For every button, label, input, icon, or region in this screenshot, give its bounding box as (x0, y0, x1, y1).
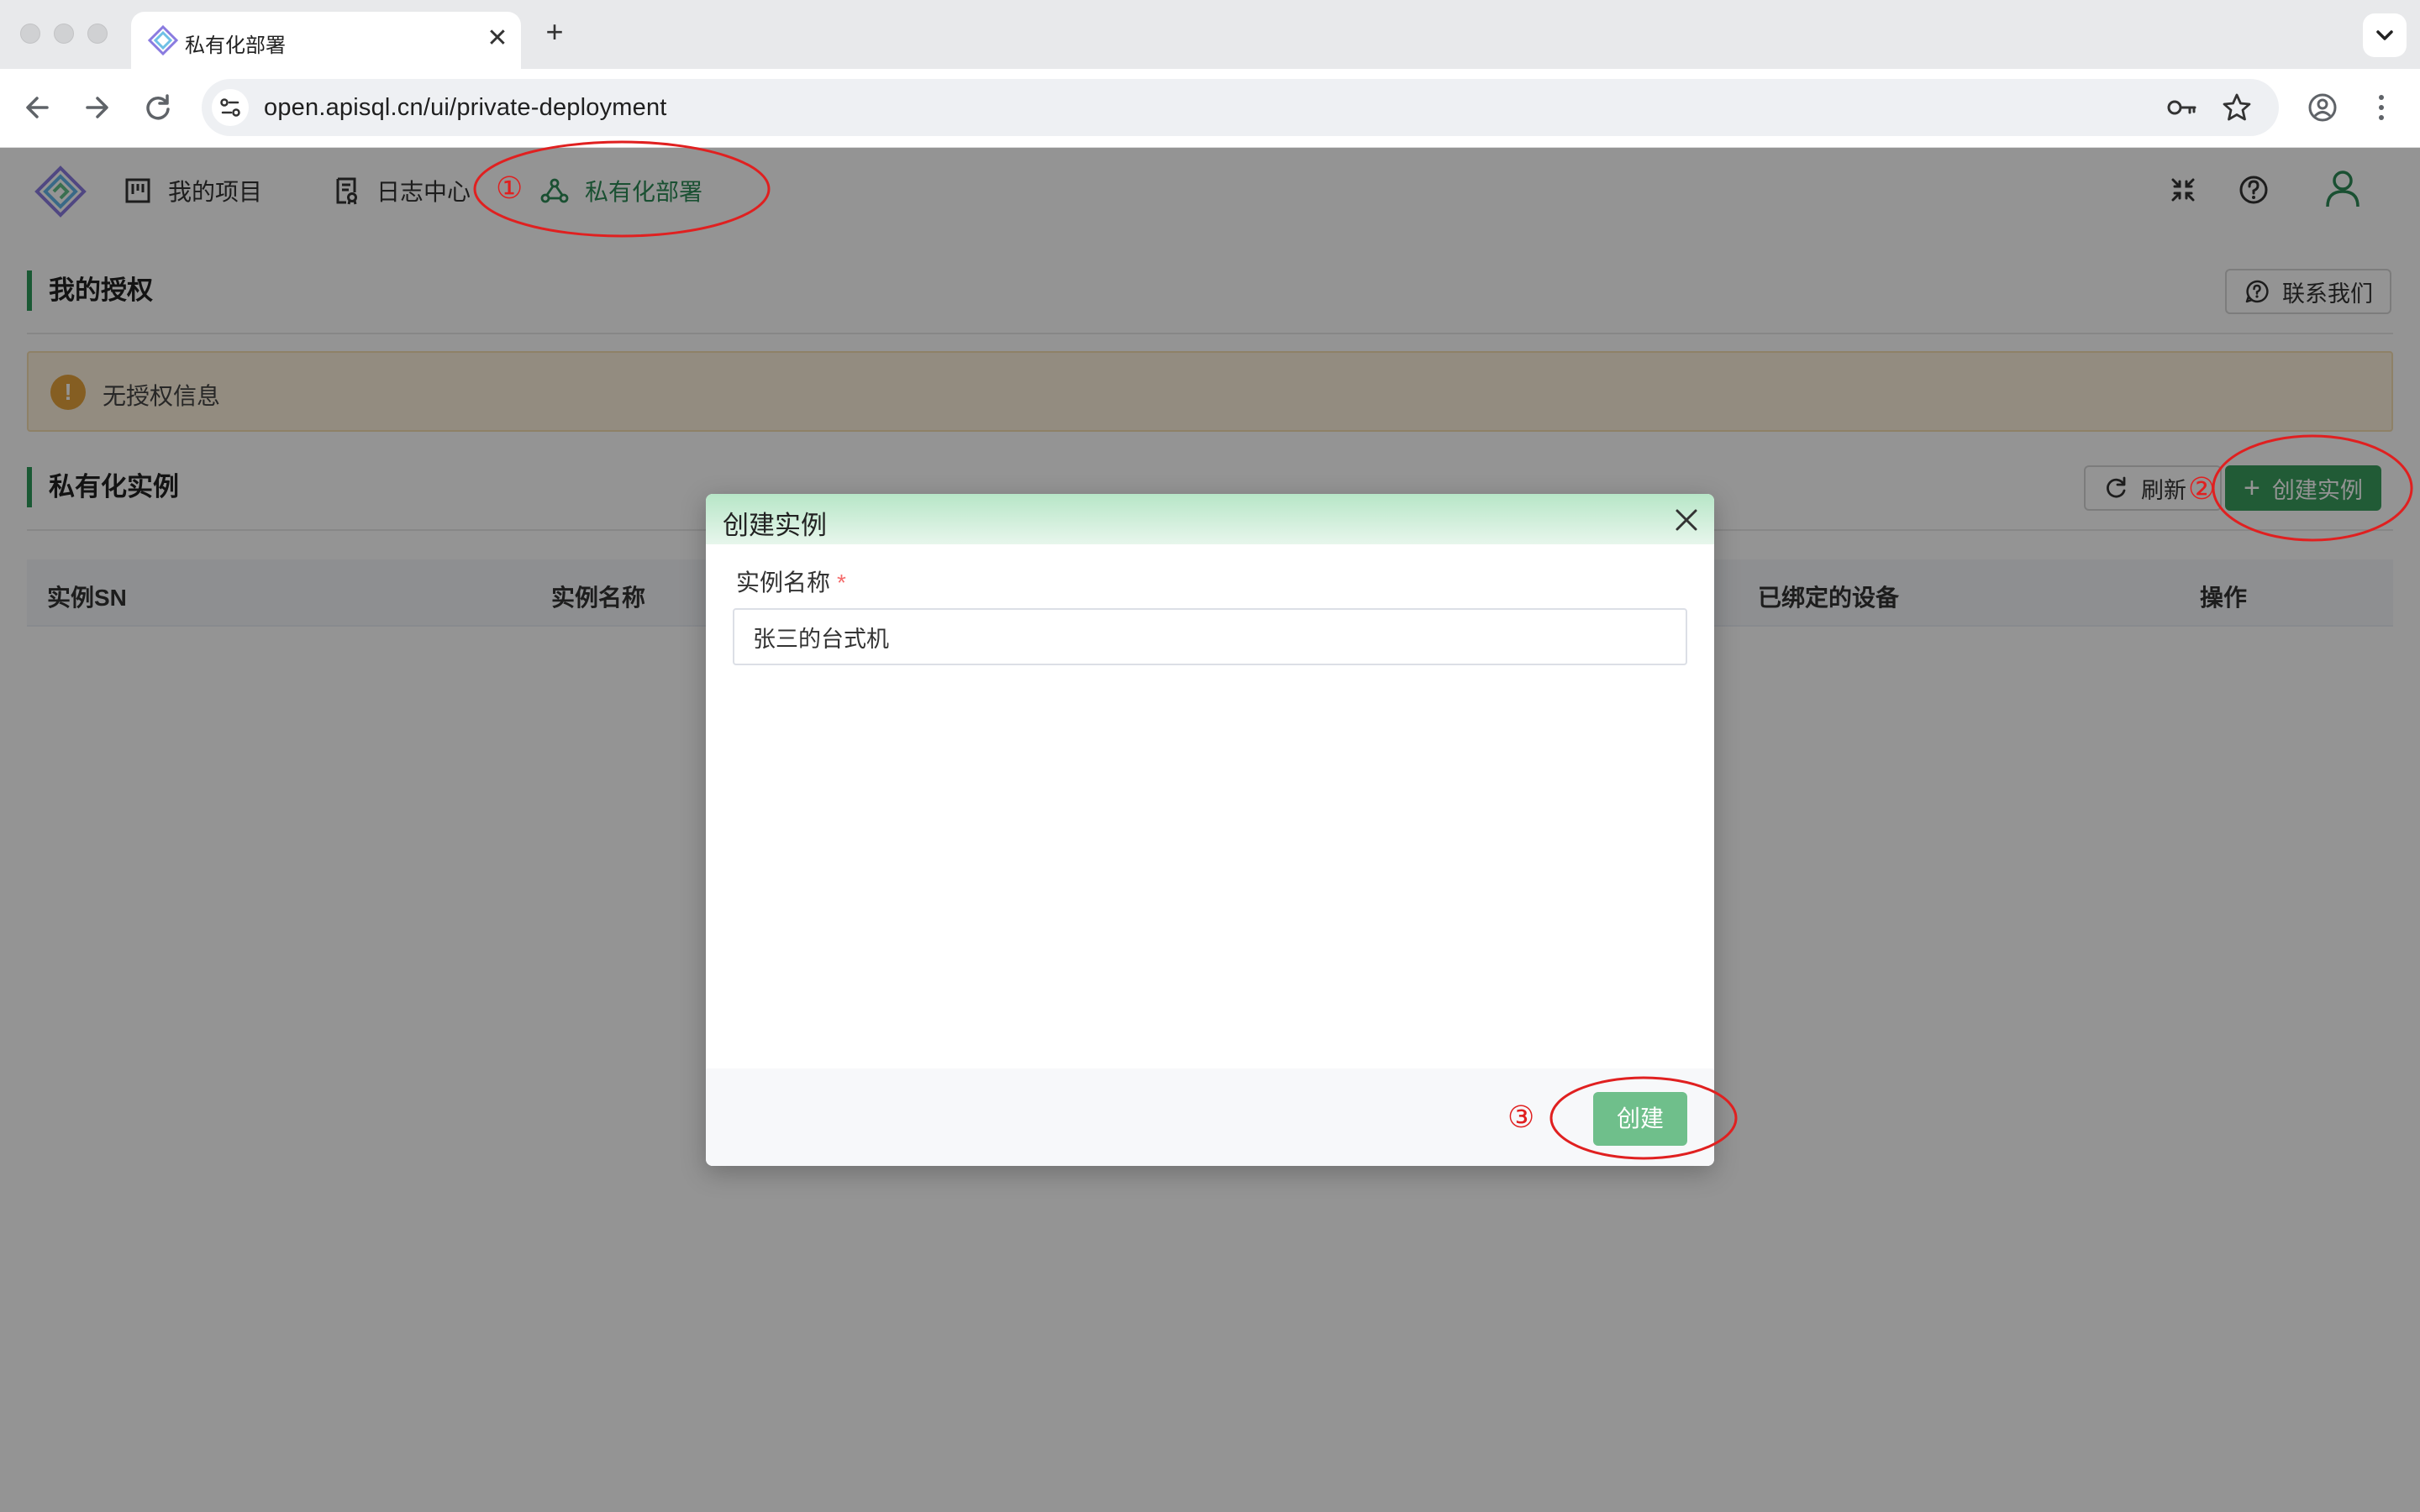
window-close-dot[interactable] (20, 24, 40, 44)
close-icon[interactable] (1672, 506, 1701, 534)
browser-tab[interactable]: 私有化部署 ✕ (131, 12, 521, 69)
tab-search-button[interactable] (2363, 13, 2407, 57)
dialog-header: 创建实例 (706, 494, 1714, 544)
key-icon[interactable] (2165, 91, 2198, 124)
dialog-title: 创建实例 (723, 511, 827, 540)
create-instance-dialog: 创建实例 实例名称* 创建 (706, 494, 1714, 1166)
instance-name-label-text: 实例名称 (736, 570, 831, 596)
more-vert-icon[interactable] (2361, 87, 2402, 128)
annotation-step-2: ② (2188, 472, 2216, 507)
window-zoom-dot[interactable] (87, 24, 108, 44)
bookmark-star-icon[interactable] (2220, 91, 2254, 124)
reload-icon[interactable] (138, 87, 178, 128)
url-text[interactable]: open.apisql.cn/ui/private-deployment (264, 94, 667, 122)
forward-arrow-icon[interactable] (77, 87, 118, 128)
required-mark: * (837, 570, 846, 596)
dialog-footer (706, 1068, 1714, 1166)
instance-name-input[interactable] (733, 608, 1687, 665)
browser-toolbar: open.apisql.cn/ui/private-deployment (0, 69, 2420, 148)
chevron-down-icon (2376, 30, 2393, 40)
window-minimize-dot[interactable] (54, 24, 74, 44)
tune-icon (220, 98, 240, 117)
tab-close-icon[interactable]: ✕ (481, 22, 514, 55)
browser-tab-bar: 私有化部署 ✕ + (0, 0, 2420, 69)
create-submit-button[interactable]: 创建 (1593, 1092, 1687, 1146)
apisql-favicon-icon (147, 24, 179, 56)
address-bar[interactable]: open.apisql.cn/ui/private-deployment (202, 79, 2279, 136)
profile-icon[interactable] (2302, 87, 2343, 128)
annotation-step-1: ① (496, 171, 523, 206)
new-tab-icon[interactable]: + (538, 15, 571, 49)
back-arrow-icon[interactable] (17, 87, 57, 128)
annotation-step-3: ③ (1507, 1100, 1535, 1135)
instance-name-label: 实例名称 * (736, 564, 846, 598)
tab-title: 私有化部署 (185, 34, 286, 57)
site-info-button[interactable] (212, 89, 249, 126)
